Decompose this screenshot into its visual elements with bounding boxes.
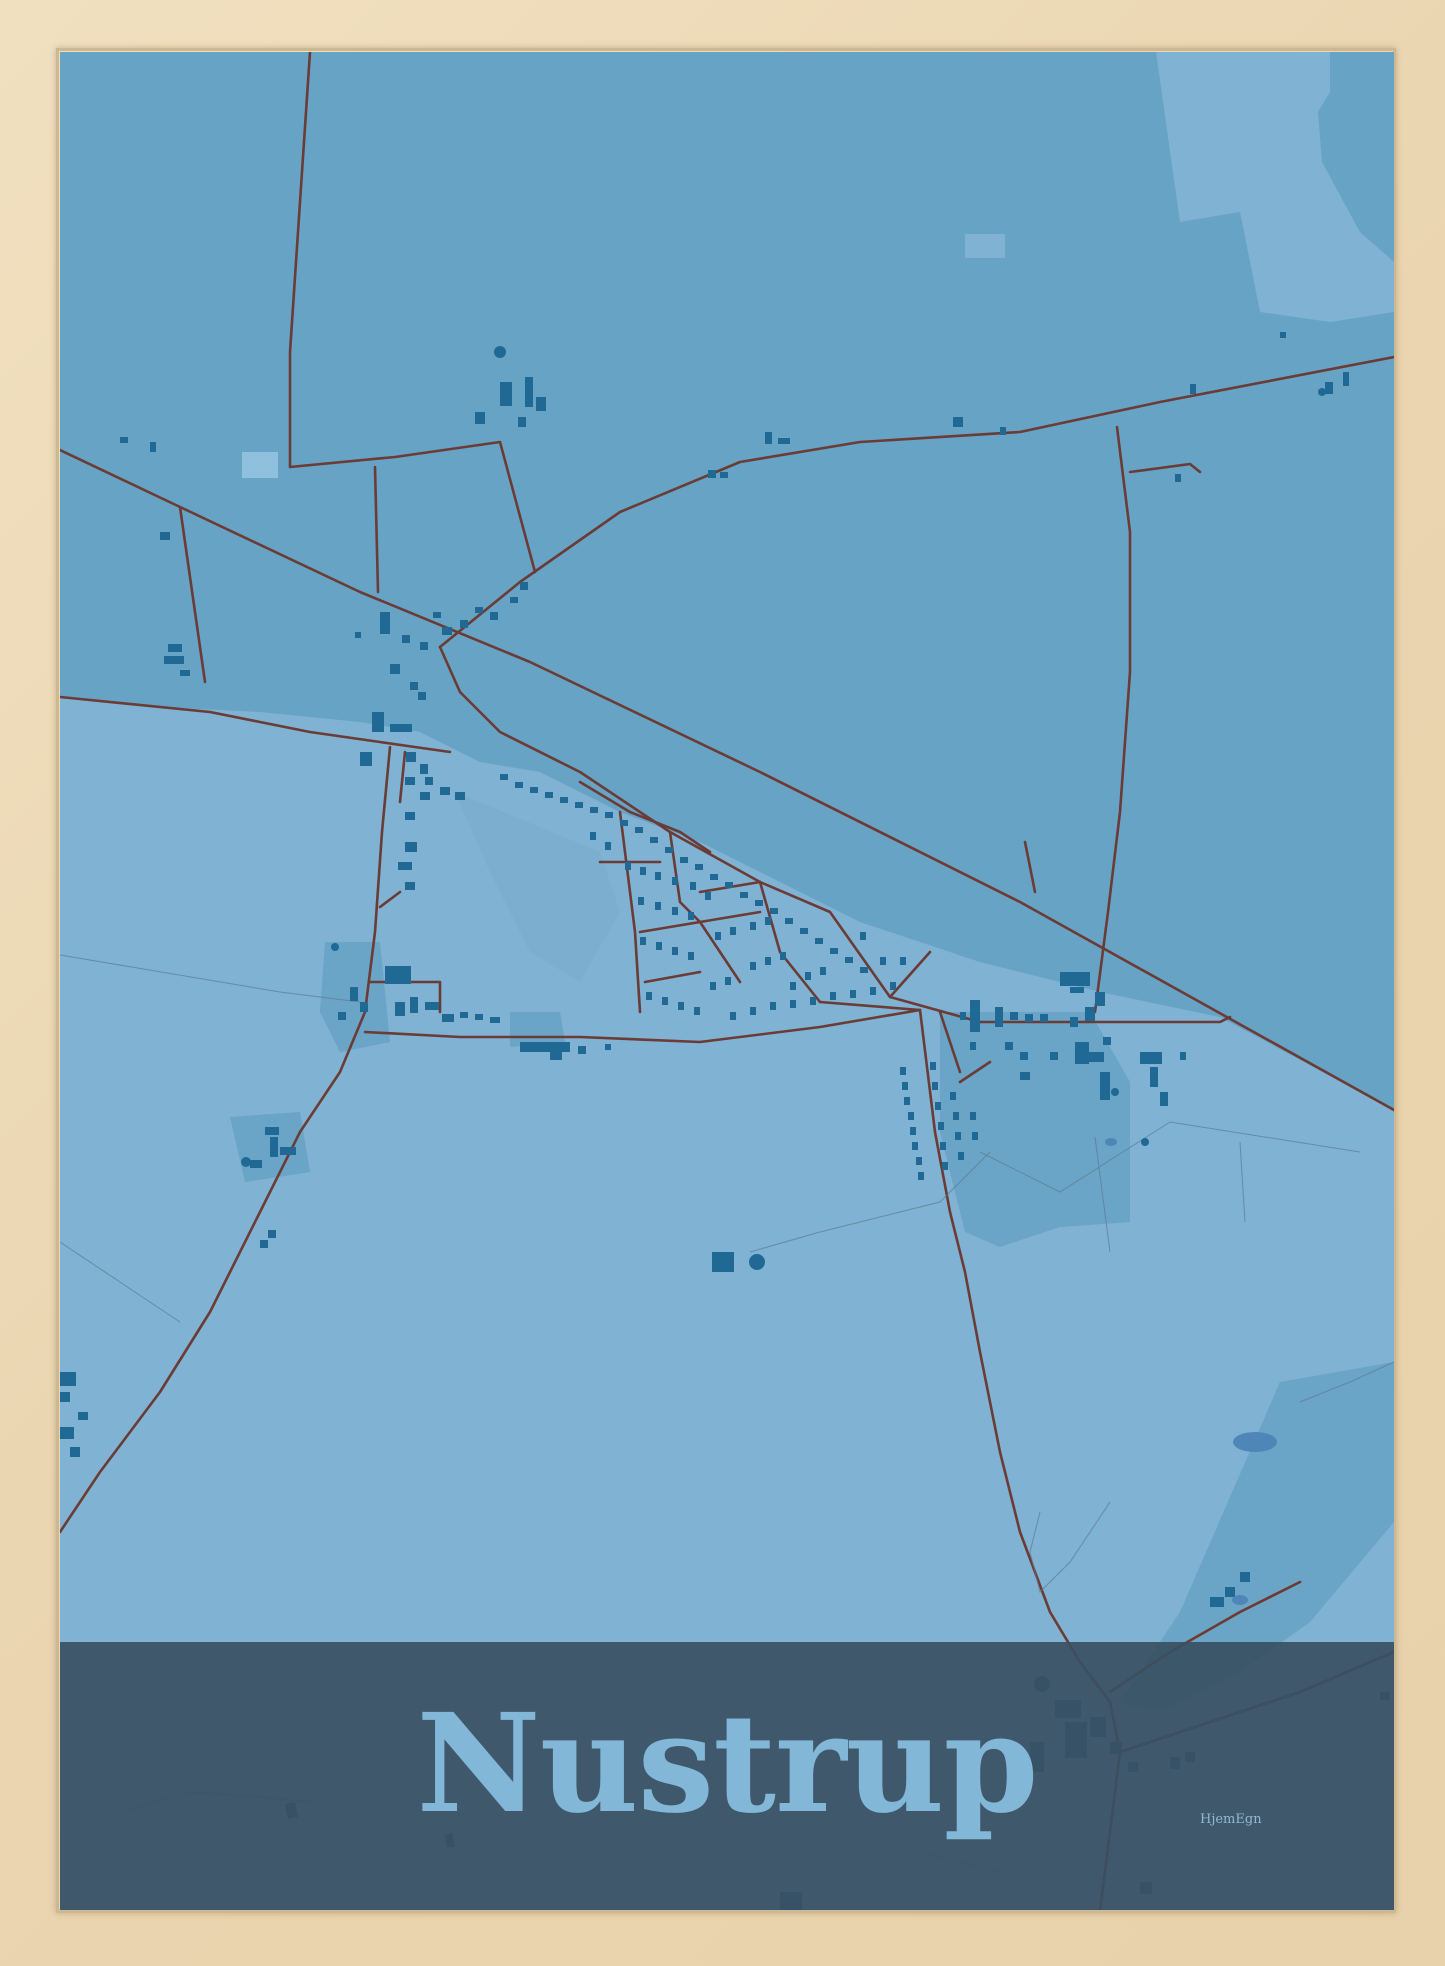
small-patch-2 <box>965 234 1005 258</box>
map-graphic <box>60 52 1394 1910</box>
pond-1 <box>1105 1138 1117 1146</box>
small-patch-1 <box>242 452 278 478</box>
map-poster: Nustrup HjemEgn <box>60 52 1394 1910</box>
place-name: Nustrup <box>416 1684 1038 1844</box>
brand-logo: HjemEgn <box>1200 1812 1262 1827</box>
lake <box>1233 1432 1277 1452</box>
pond-2 <box>1232 1595 1248 1605</box>
farm-zone-2 <box>510 1012 565 1047</box>
village-zone-east <box>940 1012 1130 1247</box>
